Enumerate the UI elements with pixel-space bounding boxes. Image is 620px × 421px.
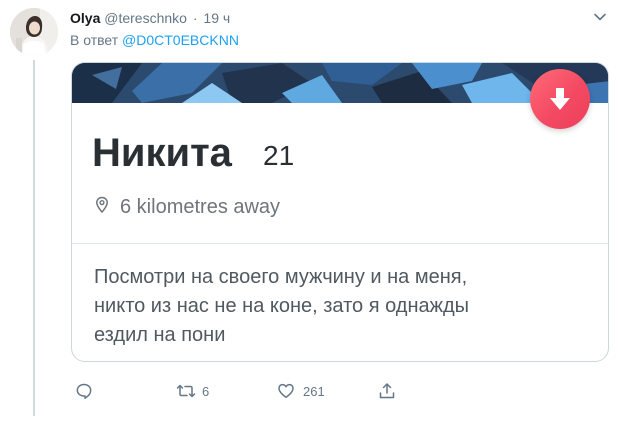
reply-mention-link[interactable]: @D0CT0EBCKNN [122,32,239,48]
card-divider [72,243,608,244]
retweet-count: 6 [202,384,210,399]
down-arrow-button[interactable] [530,69,590,129]
tweet-header: Olya @tereschnko · 19 ч [70,9,230,27]
thread-line [33,60,35,416]
reply-icon [76,383,92,399]
reply-button[interactable] [75,380,99,404]
bio-line: Посмотри на своего мужчину и на меня, [94,266,468,288]
bio-line: никто из нас не на коне, зато я однажды [94,295,470,317]
like-count: 261 [303,384,325,399]
profile-age: 21 [263,140,295,171]
chevron-down-icon[interactable] [591,8,609,26]
reply-prefix: В ответ [70,32,119,48]
tweet-actions: 6 261 [0,380,620,404]
profile-bio: Посмотри на своего мужчину и на меня, ни… [94,263,594,350]
tweet-image-card[interactable]: Никита 21 6 kilometres away Посмотри на … [71,62,609,362]
like-button[interactable]: 261 [277,380,337,404]
retweet-icon [176,384,196,398]
separator-dot: · [192,10,198,26]
bio-line: ездил на пони [94,324,226,346]
profile-photo-strip [72,63,608,103]
avatar-image [10,8,58,56]
profile-name: Никита [92,131,232,175]
reply-context: В ответ @D0CT0EBCKNN [70,31,239,49]
author-handle[interactable]: @tereschnko [104,10,187,26]
distance-text: 6 kilometres away [120,196,281,218]
avatar[interactable] [10,8,58,56]
retweet-button[interactable]: 6 [176,380,226,404]
share-icon [379,383,395,399]
timestamp[interactable]: 19 ч [203,10,230,26]
heart-icon [278,383,294,398]
location-pin-icon [96,196,108,214]
arrow-down-icon [550,88,570,110]
author-name[interactable]: Olya [70,10,100,26]
share-button[interactable] [378,380,402,404]
